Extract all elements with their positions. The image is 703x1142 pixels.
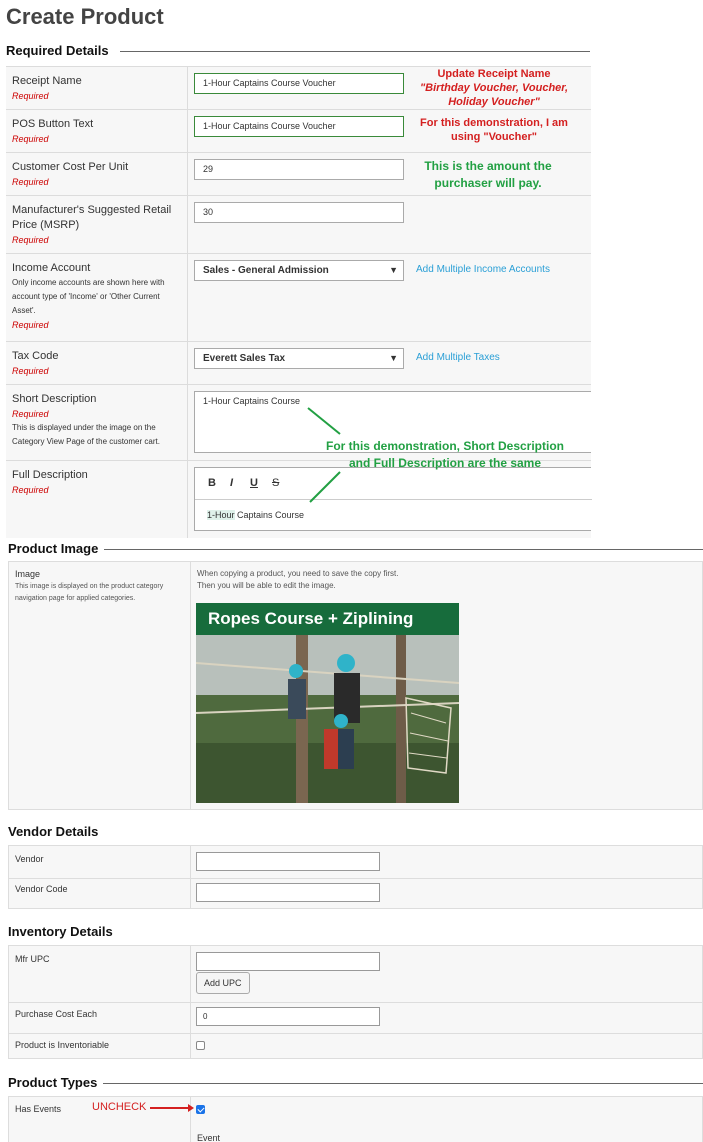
section-divider: [100, 1083, 703, 1084]
tax-code-label: Tax Code Required: [12, 350, 59, 376]
has-events-checkbox[interactable]: [196, 1105, 205, 1114]
editor-toolbar: B I U S: [195, 468, 592, 500]
section-divider: [102, 549, 703, 550]
customer-cost-label: Customer Cost Per Unit Required: [12, 161, 129, 187]
event-partial-label: Event: [197, 1133, 221, 1142]
add-upc-button[interactable]: Add UPC: [196, 972, 250, 994]
italic-button[interactable]: I: [230, 477, 233, 489]
inventoriable-checkbox[interactable]: [196, 1041, 205, 1050]
receipt-name-input[interactable]: 1-Hour Captains Course Voucher: [194, 73, 404, 94]
annotation-uncheck-arrow: [150, 1104, 194, 1112]
underline-button[interactable]: U: [250, 477, 258, 489]
section-title-vendor: Vendor Details: [8, 824, 105, 839]
page-title: Create Product: [6, 4, 164, 29]
vendor-code-input[interactable]: [196, 883, 380, 902]
full-description-label: Full Description Required: [12, 469, 88, 495]
purchase-cost-label: Purchase Cost Each: [15, 1009, 98, 1019]
bold-button[interactable]: B: [208, 477, 216, 489]
highlighted-text: 1-Hour: [207, 510, 235, 520]
msrp-input[interactable]: 30: [194, 202, 404, 223]
vendor-code-label: Vendor Code: [15, 884, 68, 894]
pos-button-text-input[interactable]: 1-Hour Captains Course Voucher: [194, 116, 404, 137]
pos-button-text-label: POS Button Text Required: [12, 118, 94, 144]
customer-cost-input[interactable]: 29: [194, 159, 404, 180]
short-description-label: Short Description Required This is displ…: [12, 393, 160, 446]
vendor-input[interactable]: [196, 852, 380, 871]
section-title-product-image: Product Image: [8, 541, 105, 556]
tax-code-select[interactable]: Everett Sales Tax ▼: [194, 348, 404, 369]
product-photo: Ropes Course + Ziplining: [196, 603, 459, 803]
image-label: Image This image is displayed on the pro…: [15, 569, 164, 602]
strikethrough-button[interactable]: S: [272, 477, 279, 489]
section-title-required: Required Details: [6, 43, 115, 58]
chevron-down-icon: ▼: [389, 353, 398, 363]
income-account-select[interactable]: Sales - General Admission ▼: [194, 260, 404, 281]
has-events-label: Has Events: [15, 1104, 62, 1114]
vendor-label: Vendor: [15, 854, 44, 864]
section-title-product-types: Product Types: [8, 1075, 104, 1090]
annotation-arrow-lines: [307, 407, 341, 503]
photo-banner: Ropes Course + Ziplining: [196, 603, 459, 635]
full-description-value: 1-Hour Captains Course: [207, 510, 305, 520]
annotation-uncheck: UNCHECK: [92, 1101, 147, 1113]
annotation-customer-cost: This is the amount the purchaser will pa…: [424, 159, 552, 190]
msrp-label: Manufacturer's Suggested Retail Price (M…: [12, 204, 172, 245]
purchase-cost-input[interactable]: 0: [196, 1007, 380, 1026]
mfr-upc-label: Mfr UPC: [15, 954, 50, 964]
short-description-value: 1-Hour Captains Course: [203, 396, 301, 406]
full-description-editor[interactable]: B I U S 1-Hour Captains Course: [194, 467, 592, 531]
income-account-selected: Sales - General Admission: [203, 265, 329, 276]
tax-code-selected: Everett Sales Tax: [203, 353, 286, 364]
receipt-name-label: Receipt Name Required: [12, 75, 82, 101]
section-divider: [120, 51, 590, 52]
chevron-down-icon: ▼: [389, 265, 398, 275]
annotation-pos-button: For this demonstration, I am using "Vouc…: [420, 117, 568, 143]
income-account-label: Income Account Only income accounts are …: [12, 262, 165, 330]
add-multiple-income-accounts-link[interactable]: Add Multiple Income Accounts: [416, 264, 550, 275]
section-title-inventory: Inventory Details: [8, 924, 119, 939]
image-copy-note: When copying a product, you need to save…: [197, 569, 399, 590]
inventoriable-label: Product is Inventoriable: [15, 1040, 110, 1050]
annotation-receipt-name: Update Receipt Name "Birthday Voucher, V…: [419, 68, 569, 108]
mfr-upc-input[interactable]: [196, 952, 380, 971]
add-multiple-taxes-link[interactable]: Add Multiple Taxes: [416, 352, 500, 363]
